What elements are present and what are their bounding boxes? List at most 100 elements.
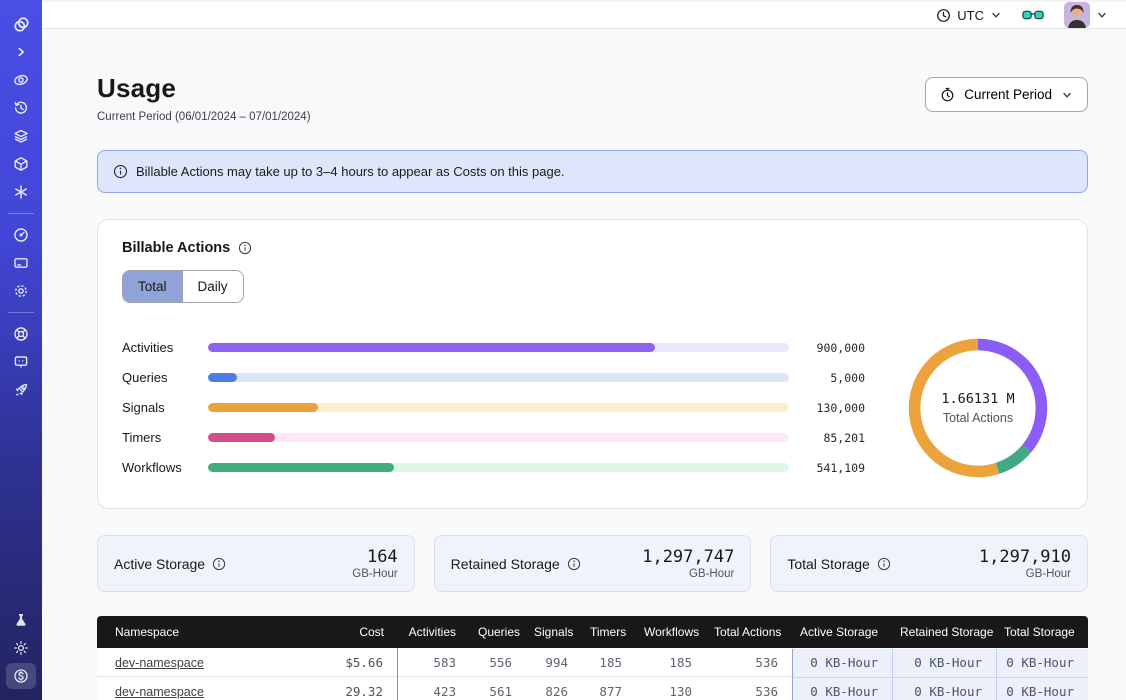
workflows-cell: 130	[636, 684, 706, 699]
total-storage-label: Total Storage	[787, 556, 870, 572]
asterisk-icon[interactable]	[6, 179, 36, 205]
layers-icon[interactable]	[6, 123, 36, 149]
tab-total[interactable]: Total	[123, 271, 182, 302]
retained-storage-label: Retained Storage	[451, 556, 560, 572]
avatar	[1064, 2, 1090, 28]
collapse-chevron-right-icon[interactable]	[6, 39, 36, 65]
bar-value: 130,000	[789, 401, 865, 415]
table-row: dev-namespace $5.66 583 556 994 185 185 …	[97, 648, 1088, 677]
table-row: dev-namespace 29.32 423 561 826 877 130 …	[97, 677, 1088, 700]
timers-cell: 185	[582, 655, 636, 670]
account-menu[interactable]	[1064, 2, 1108, 28]
total-storage-cell: 0 KB-Hour	[996, 678, 1088, 700]
col-cost: Cost	[318, 625, 398, 639]
goggles-icon[interactable]	[1022, 7, 1044, 23]
settings-gear-icon[interactable]	[6, 278, 36, 304]
retained-storage-unit: GB-Hour	[642, 568, 734, 580]
topbar: UTC	[42, 2, 1126, 29]
bar-label: Workflows	[122, 460, 208, 475]
bar-row: Signals 130,000	[122, 400, 865, 415]
col-total-storage: Total Storage	[996, 625, 1088, 639]
active-storage-cell: 0 KB-Hour	[792, 649, 892, 678]
info-banner: Billable Actions may take up to 3–4 hour…	[97, 150, 1088, 193]
donut-subtitle: Total Actions	[941, 411, 1014, 425]
col-timers: Timers	[582, 625, 636, 639]
bar-track	[208, 343, 789, 352]
billable-actions-title: Billable Actions	[122, 240, 230, 256]
queries-cell: 556	[470, 655, 526, 670]
bar-track	[208, 463, 789, 472]
timers-cell: 877	[582, 684, 636, 699]
bar-value: 541,109	[789, 461, 865, 475]
cost-cell: 29.32	[318, 677, 398, 700]
total-actions-cell: 536	[706, 655, 792, 670]
col-signals: Signals	[526, 625, 582, 639]
gauge-usage-icon[interactable]	[6, 222, 36, 248]
queries-cell: 561	[470, 684, 526, 699]
flask-lab-icon[interactable]	[6, 607, 36, 633]
active-storage-unit: GB-Hour	[352, 568, 397, 580]
page-subtitle: Current Period (06/01/2024 – 07/01/2024)	[97, 111, 311, 123]
tab-daily[interactable]: Daily	[182, 271, 243, 302]
info-icon[interactable]	[877, 557, 891, 571]
sidebar-divider	[8, 312, 34, 313]
bar-label: Queries	[122, 370, 208, 385]
bar-value: 900,000	[789, 341, 865, 355]
info-icon[interactable]	[567, 557, 581, 571]
col-namespace: Namespace	[97, 625, 318, 639]
info-icon	[113, 164, 128, 179]
theme-sun-icon[interactable]	[6, 635, 36, 661]
bar-row: Activities 900,000	[122, 340, 865, 355]
bar-value: 5,000	[789, 371, 865, 385]
billing-card-icon[interactable]	[6, 250, 36, 276]
bar-fill	[208, 373, 237, 382]
chevron-down-icon	[990, 9, 1002, 21]
namespace-link[interactable]: dev-namespace	[115, 656, 204, 670]
bar-row: Timers 85,201	[122, 430, 865, 445]
namespaces-icon[interactable]	[6, 67, 36, 93]
sidebar	[0, 0, 42, 700]
active-storage-label: Active Storage	[114, 556, 205, 572]
donut-total-value: 1.66131 M	[941, 391, 1014, 407]
page-title: Usage	[97, 73, 311, 104]
cube-icon[interactable]	[6, 151, 36, 177]
info-icon[interactable]	[212, 557, 226, 571]
rocket-icon[interactable]	[6, 377, 36, 403]
support-monitor-icon[interactable]	[6, 349, 36, 375]
billable-actions-chart: Activities 900,000 Queries 5,000 Signals	[122, 325, 1063, 490]
total-storage-card: Total Storage 1,297,910 GB-Hour	[770, 535, 1088, 592]
col-queries: Queries	[470, 625, 526, 639]
chevron-down-icon	[1096, 9, 1108, 21]
table-header: Namespace Cost Activities Queries Signal…	[97, 616, 1088, 648]
bar-track	[208, 373, 789, 382]
col-active-storage: Active Storage	[792, 625, 892, 639]
signals-cell: 826	[526, 684, 582, 699]
bar-fill	[208, 403, 318, 412]
namespace-usage-table: Namespace Cost Activities Queries Signal…	[97, 616, 1088, 700]
total-actions-donut: 1.66131 M Total Actions	[893, 334, 1063, 482]
retained-storage-cell: 0 KB-Hour	[892, 649, 996, 678]
timezone-selector[interactable]: UTC	[936, 8, 1002, 23]
bar-label: Timers	[122, 430, 208, 445]
bar-track	[208, 403, 789, 412]
bar-fill	[208, 343, 655, 352]
usage-dollar-icon[interactable]	[6, 663, 36, 689]
temporal-logo-icon[interactable]	[6, 11, 36, 37]
history-icon[interactable]	[6, 95, 36, 121]
main-area: UTC Usage Current Period (06/01/2024 – 0…	[42, 0, 1126, 700]
namespace-link[interactable]: dev-namespace	[115, 685, 204, 699]
workflows-cell: 185	[636, 655, 706, 670]
billable-actions-card: Billable Actions Total Daily Activities	[97, 219, 1088, 509]
info-icon[interactable]	[238, 241, 252, 255]
period-selector-button[interactable]: Current Period	[925, 77, 1088, 112]
period-button-label: Current Period	[964, 87, 1052, 102]
lifebuoy-support-icon[interactable]	[6, 321, 36, 347]
sidebar-divider	[8, 213, 34, 214]
retained-storage-value: 1,297,747	[642, 547, 734, 567]
active-storage-value: 164	[352, 547, 397, 567]
bar-track	[208, 433, 789, 442]
total-actions-cell: 536	[706, 684, 792, 699]
total-storage-unit: GB-Hour	[979, 568, 1071, 580]
bar-value: 85,201	[789, 431, 865, 445]
chevron-down-icon	[1061, 89, 1073, 101]
